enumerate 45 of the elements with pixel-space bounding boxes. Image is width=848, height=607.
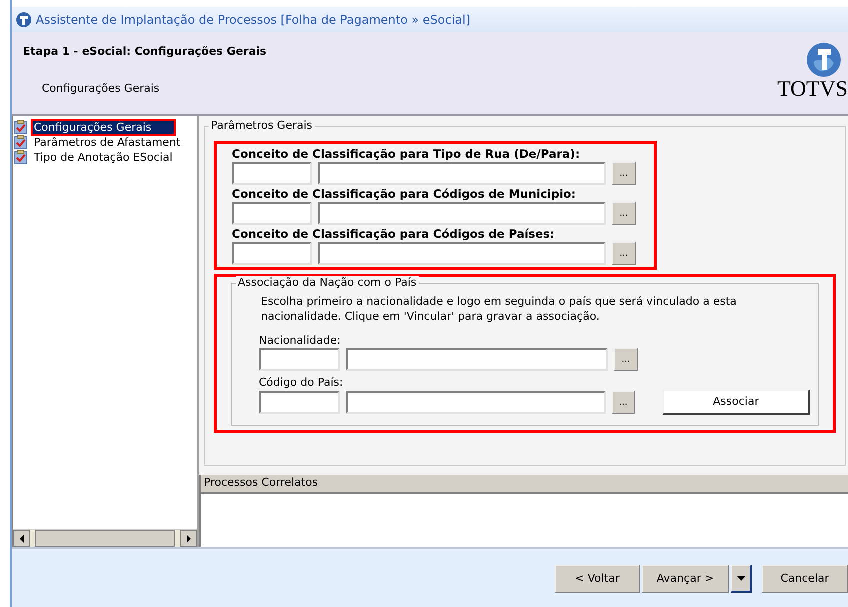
input-field[interactable] [232, 202, 312, 225]
input-field[interactable] [318, 242, 606, 265]
field-label: Conceito de Classificação para Códigos de Municipio: [232, 187, 578, 202]
associate-button[interactable]: Associar [663, 390, 810, 415]
globe-logo-icon [806, 42, 842, 78]
logo-text: TOTVS [778, 78, 848, 100]
scroll-right-icon[interactable] [180, 530, 197, 547]
input-field[interactable] [232, 242, 312, 265]
instructions-text: Escolha primeiro a nacionalidade e logo em seguinda o país que será vinculado a esta nacionalidade. Clique em 'Vincular' para gravar a associação. [260, 294, 738, 324]
caret-icon [736, 576, 746, 581]
next-button[interactable]: Avançar > [642, 565, 729, 593]
dropdown-button[interactable] [731, 565, 752, 593]
clipboard-check-icon [14, 135, 28, 150]
input-field[interactable] [318, 202, 606, 225]
field-label: Conceito de Classificação para Códigos de Países: [232, 227, 556, 242]
field-label: Nacionalidade: [259, 334, 341, 348]
input-field[interactable] [346, 348, 608, 371]
lookup-button[interactable]: ... [612, 202, 636, 225]
cancel-button[interactable]: Cancelar [762, 565, 848, 593]
lookup-button[interactable]: ... [612, 391, 636, 414]
window-title: Assistente de Implantação de Processos [Folha de Pagamento » eSocial] [36, 12, 471, 28]
tree-item[interactable]: Tipo de Anotação ESocial [31, 149, 176, 166]
tree-item[interactable]: Parâmetros de Afastament [31, 134, 184, 151]
step-subtitle: Configurações Gerais [41, 80, 161, 96]
input-field[interactable] [232, 162, 312, 185]
step-title: Etapa 1 - eSocial: Configurações Gerais [23, 44, 267, 60]
back-button[interactable]: < Voltar [555, 565, 640, 593]
input-field[interactable] [259, 391, 340, 414]
group-title: Associação da Nação com o País [236, 276, 419, 290]
input-field[interactable] [318, 162, 606, 185]
panel-header: Processos Correlatos [201, 475, 848, 494]
lookup-button[interactable]: ... [612, 242, 636, 265]
field-label: Conceito de Classificação para Tipo de Rua (De/Para): [232, 147, 582, 162]
app-logo-icon [16, 12, 32, 28]
lookup-button[interactable]: ... [614, 348, 638, 371]
clipboard-check-icon [14, 150, 28, 165]
scroll-thumb[interactable] [35, 530, 175, 547]
tree-item[interactable]: Configurações Gerais [31, 119, 176, 136]
scroll-left-icon[interactable] [13, 530, 30, 547]
horizontal-scrollbar[interactable] [13, 529, 197, 547]
field-label: Código do País: [259, 376, 344, 390]
lookup-button[interactable]: ... [612, 162, 636, 185]
clipboard-check-icon [14, 120, 28, 135]
input-field[interactable] [259, 348, 340, 371]
input-field[interactable] [346, 391, 606, 414]
